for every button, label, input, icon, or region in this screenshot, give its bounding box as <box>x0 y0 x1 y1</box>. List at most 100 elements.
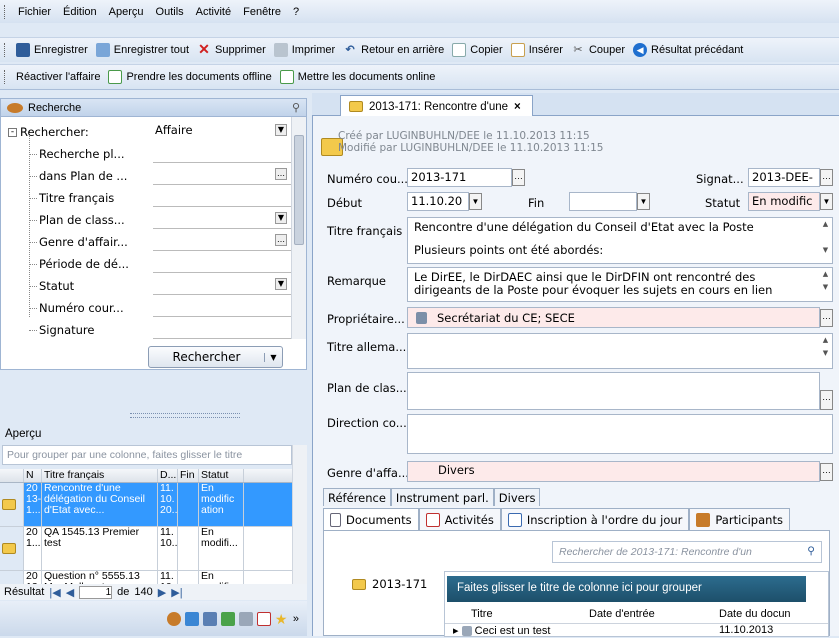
next-page-icon[interactable]: ▶ <box>158 586 166 599</box>
column-end[interactable]: Fin <box>178 469 199 482</box>
tab-participants[interactable]: Participants <box>689 508 790 530</box>
ellipsis-icon[interactable]: … <box>820 463 833 481</box>
toolbar2-grip[interactable] <box>4 70 7 84</box>
document-tree-item[interactable]: 2013-171 <box>352 577 427 591</box>
number-input[interactable] <box>153 299 291 317</box>
tab-documents[interactable]: Documents <box>323 508 419 530</box>
collapse-icon[interactable]: - <box>8 127 17 137</box>
cut-button[interactable]: ✂ Couper <box>567 43 629 57</box>
insert-button[interactable]: Insérer <box>507 43 567 57</box>
chevron-down-icon[interactable]: ▼ <box>264 352 282 362</box>
menu-outils[interactable]: Outils <box>150 6 190 18</box>
direction-field[interactable] <box>407 414 833 454</box>
menu-activite[interactable]: Activité <box>190 6 237 18</box>
end-date-field[interactable] <box>569 192 637 211</box>
ellipsis-icon[interactable]: … <box>820 169 833 186</box>
tab-document[interactable]: 2013-171: Rencontre d'une × <box>340 95 533 117</box>
menu-edition[interactable]: Édition <box>57 6 103 18</box>
back-button[interactable]: ↶ Retour en arrière <box>339 43 448 57</box>
chevron-down-icon[interactable]: ▼ <box>637 193 650 210</box>
put-online-button[interactable]: Mettre les documents online <box>276 70 440 84</box>
chevron-down-icon[interactable]: ▼ <box>820 193 833 210</box>
ellipsis-icon[interactable]: … <box>820 309 833 327</box>
ellipsis-icon[interactable]: … <box>512 169 525 186</box>
close-tab-icon[interactable]: × <box>514 101 521 113</box>
column-entry-date[interactable]: Date d'entrée <box>585 608 715 623</box>
search-type-select[interactable]: Affaire <box>153 123 291 141</box>
tree-icon[interactable] <box>220 611 235 626</box>
first-page-icon[interactable]: |◀ <box>49 586 60 599</box>
ellipsis-icon[interactable]: … <box>275 234 287 246</box>
textarea-scroll[interactable]: ▲ ▼ <box>819 218 832 263</box>
genre-field[interactable]: Divers <box>407 461 820 482</box>
menu-help[interactable]: ? <box>287 6 305 18</box>
owner-field[interactable]: Secrétariat du CE; SECE <box>407 307 820 328</box>
signature-field[interactable]: 2013-DEE- <box>748 168 820 187</box>
save-all-button[interactable]: Enregistrer tout <box>92 43 193 57</box>
textarea-scroll[interactable]: ▲ ▼ <box>819 334 832 368</box>
toolbar-grip[interactable] <box>4 43 7 57</box>
tab-divers[interactable]: Divers <box>493 488 541 506</box>
database-icon[interactable] <box>184 611 199 626</box>
save-button[interactable]: Enregistrer <box>12 43 92 57</box>
title-de-textarea[interactable]: ▲ ▼ <box>407 333 833 369</box>
prev-page-icon[interactable]: ◀ <box>66 586 74 599</box>
classification-select[interactable] <box>153 211 291 229</box>
remark-textarea[interactable]: Le DirEE, le DirDAEC ainsi que le DirDFI… <box>407 267 833 302</box>
start-date-field[interactable]: 11.10.20 <box>407 192 469 211</box>
column-date[interactable]: D... <box>158 469 178 482</box>
title-fr-input[interactable] <box>153 189 291 207</box>
signature-input[interactable] <box>153 321 291 339</box>
document-search-input[interactable]: Rechercher de 2013-171: Rencontre d'un ⚲ <box>552 541 822 563</box>
fulltext-input[interactable] <box>153 145 291 163</box>
chevron-down-icon[interactable]: ▼ <box>275 212 287 224</box>
page-input[interactable] <box>79 585 113 599</box>
column-doc-title[interactable]: Titre <box>445 608 585 623</box>
results-scrollbar[interactable] <box>292 445 307 584</box>
tab-reference[interactable]: Référence <box>323 488 391 506</box>
ellipsis-icon[interactable]: … <box>820 390 833 410</box>
table-row[interactable]: 20 1... QA 1545.13 Premier test 11. 10..… <box>0 527 292 571</box>
take-offline-button[interactable]: Prendre les documents offline <box>104 70 275 84</box>
title-fr-textarea[interactable]: Rencontre d'une délégation du Conseil d'… <box>407 217 833 264</box>
column-status[interactable]: Statut <box>199 469 244 482</box>
status-select[interactable] <box>153 277 291 295</box>
reactivate-button[interactable]: Réactiver l'affaire <box>12 71 104 83</box>
search-icon[interactable]: ⚲ <box>807 545 815 557</box>
numero-field[interactable]: 2013-171 <box>407 168 512 187</box>
search-scrollbar[interactable] <box>291 117 306 339</box>
ellipsis-icon[interactable]: … <box>275 168 287 180</box>
scroll-thumb[interactable] <box>294 135 304 245</box>
star-icon[interactable]: ★ <box>275 612 289 626</box>
document-icon[interactable] <box>238 611 253 626</box>
previous-result-button[interactable]: ◀ Résultat précédant <box>629 43 747 57</box>
table-row[interactable]: 20 13- 1... Rencontre d'une délégation d… <box>0 483 292 527</box>
chevron-down-icon[interactable]: ▼ <box>469 193 482 210</box>
status-select[interactable]: En modific <box>748 192 820 211</box>
chevron-down-icon[interactable]: ▼ <box>275 278 287 290</box>
column-doc-date[interactable]: Date du docun <box>715 608 825 623</box>
tab-activities[interactable]: Activités <box>418 508 501 530</box>
splitter-handle[interactable] <box>130 413 240 418</box>
pin-icon[interactable]: ⚲ <box>292 101 300 114</box>
overflow-chevron-icon[interactable]: » <box>293 613 299 625</box>
menubar-grip[interactable] <box>4 4 7 19</box>
last-page-icon[interactable]: ▶| <box>171 586 182 599</box>
menu-fenetre[interactable]: Fenêtre <box>237 6 287 18</box>
checklist-icon[interactable] <box>256 611 271 626</box>
chevron-down-icon[interactable]: ▼ <box>275 124 287 136</box>
genre-input[interactable] <box>153 233 291 251</box>
search-button[interactable]: Rechercher ▼ <box>148 346 283 368</box>
column-number[interactable]: N <box>24 469 42 482</box>
menu-apercu[interactable]: Aperçu <box>103 6 150 18</box>
textarea-scroll[interactable]: ▲ ▼ <box>819 268 832 301</box>
plan-input[interactable] <box>153 167 291 185</box>
search-nav-icon[interactable] <box>166 611 181 626</box>
tab-instrument[interactable]: Instrument parl. <box>390 488 494 506</box>
delete-button[interactable]: ✕ Supprimer <box>193 42 270 57</box>
plan-field[interactable] <box>407 372 820 410</box>
copy-button[interactable]: Copier <box>448 43 506 57</box>
print-button[interactable]: Imprimer <box>270 43 339 57</box>
people-icon[interactable] <box>202 611 217 626</box>
tab-agenda[interactable]: Inscription à l'ordre du jour <box>500 508 690 530</box>
